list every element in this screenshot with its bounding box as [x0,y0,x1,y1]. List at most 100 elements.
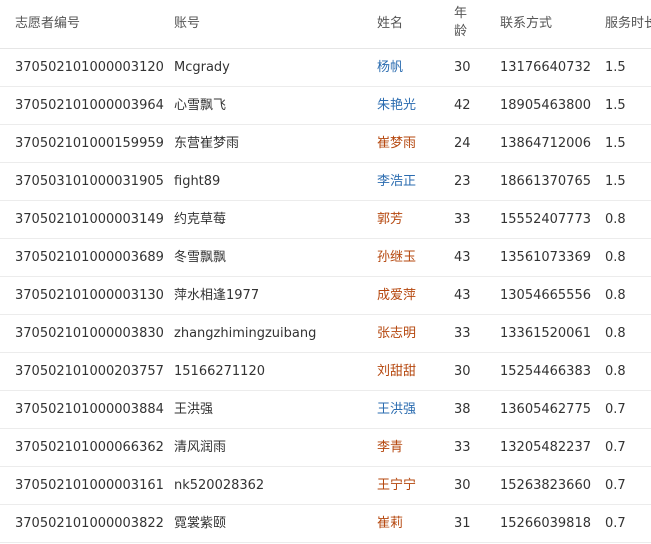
cell-account: 王洪强 [174,402,214,417]
header-age-line1: 年 [454,6,468,21]
cell-account: 约克草莓 [174,212,227,227]
header-service-hours[interactable]: 服务时长 [605,12,651,31]
cell-contact: 18905463800 [500,98,591,113]
cell-name-link[interactable]: 成爱萍 [377,288,416,304]
cell-service-hours: 0.8 [605,212,626,227]
cell-contact: 15263823660 [500,478,591,493]
cell-account: 清风润雨 [174,440,227,455]
cell-account: 萍水相逢1977 [174,288,260,303]
cell-service-hours: 0.8 [605,288,626,303]
cell-name-link[interactable]: 孙继玉 [377,250,416,266]
table-row[interactable]: 370502101000003830 zhangzhimingzuibang 张… [0,315,651,353]
table-row[interactable]: 370502101000066362 清风润雨 李青 33 1320548223… [0,429,651,467]
cell-contact: 18661370765 [500,174,591,189]
cell-volunteer-id: 370502101000003120 [15,60,164,75]
cell-age: 33 [454,212,471,227]
cell-contact: 15552407773 [500,212,591,227]
cell-volunteer-id: 370502101000003161 [15,478,164,493]
cell-service-hours: 0.8 [605,364,626,379]
cell-service-hours: 1.5 [605,98,626,113]
table-row[interactable]: 370502101000003884 王洪强 王洪强 38 1360546277… [0,391,651,429]
cell-volunteer-id: 370502101000003884 [15,402,164,417]
cell-age: 43 [454,250,471,265]
cell-name-link[interactable]: 张志明 [377,326,416,342]
cell-name-link[interactable]: 郭芳 [377,212,403,228]
table-row[interactable]: 370502101000203757 15166271120 刘甜甜 30 15… [0,353,651,391]
header-age-line2: 龄 [454,24,468,39]
cell-age: 33 [454,440,471,455]
cell-name-link[interactable]: 崔莉 [377,516,403,532]
cell-contact: 13361520061 [500,326,591,341]
cell-name-link[interactable]: 李青 [377,440,403,456]
header-name[interactable]: 姓名 [377,12,403,31]
table-row[interactable]: 370502101000003120 Mcgrady 杨帆 30 1317664… [0,49,651,87]
cell-contact: 13205482237 [500,440,591,455]
cell-volunteer-id: 370502101000003130 [15,288,164,303]
cell-account: 东营崔梦雨 [174,136,240,151]
cell-service-hours: 0.7 [605,516,626,531]
cell-contact: 13864712006 [500,136,591,151]
cell-name-link[interactable]: 杨帆 [377,60,403,76]
table-header: 志愿者编号 账号 姓名 年龄 联系方式 服务时长 [0,0,651,49]
cell-volunteer-id: 370502101000003964 [15,98,164,113]
cell-account: fight89 [174,174,221,189]
cell-name-link[interactable]: 朱艳光 [377,98,416,114]
cell-volunteer-id: 370502101000003689 [15,250,164,265]
cell-volunteer-id: 370502101000066362 [15,440,164,455]
cell-contact: 15254466383 [500,364,591,379]
cell-account: Mcgrady [174,60,230,75]
cell-age: 31 [454,516,471,531]
cell-age: 30 [454,60,471,75]
cell-name-link[interactable]: 李浩正 [377,174,416,190]
cell-age: 38 [454,402,471,417]
cell-name-link[interactable]: 王洪强 [377,402,416,418]
cell-service-hours: 1.5 [605,60,626,75]
header-contact[interactable]: 联系方式 [500,12,552,31]
cell-name-link[interactable]: 王宁宁 [377,478,416,494]
cell-account: 心雪飘飞 [174,98,227,113]
cell-volunteer-id: 370502101000003149 [15,212,164,227]
cell-name-link[interactable]: 崔梦雨 [377,136,416,152]
cell-volunteer-id: 370502101000003822 [15,516,164,531]
cell-age: 30 [454,478,471,493]
cell-service-hours: 0.7 [605,402,626,417]
cell-account: nk520028362 [174,478,265,493]
cell-account: 15166271120 [174,364,265,379]
header-account[interactable]: 账号 [174,12,200,31]
cell-age: 24 [454,136,471,151]
cell-account: zhangzhimingzuibang [174,326,317,341]
cell-age: 42 [454,98,471,113]
cell-age: 33 [454,326,471,341]
table-row[interactable]: 370502101000003161 nk520028362 王宁宁 30 15… [0,467,651,505]
cell-volunteer-id: 370502101000003830 [15,326,164,341]
table-row[interactable]: 370502101000003130 萍水相逢1977 成爱萍 43 13054… [0,277,651,315]
header-volunteer-id[interactable]: 志愿者编号 [15,12,80,31]
cell-account: 霓裳紫颐 [174,516,227,531]
cell-service-hours: 1.5 [605,136,626,151]
cell-volunteer-id: 370503101000031905 [15,174,164,189]
table-row[interactable]: 370502101000003149 约克草莓 郭芳 33 1555240777… [0,201,651,239]
volunteer-table: 志愿者编号 账号 姓名 年龄 联系方式 服务时长 370502101000003… [0,0,651,543]
header-age[interactable]: 年龄 [454,5,467,41]
cell-contact: 13176640732 [500,60,591,75]
cell-age: 30 [454,364,471,379]
table-row[interactable]: 370503101000031905 fight89 李浩正 23 186613… [0,163,651,201]
cell-contact: 13605462775 [500,402,591,417]
cell-contact: 13054665556 [500,288,591,303]
cell-age: 43 [454,288,471,303]
table-row[interactable]: 370502101000159959 东营崔梦雨 崔梦雨 24 13864712… [0,125,651,163]
cell-service-hours: 0.7 [605,440,626,455]
cell-age: 23 [454,174,471,189]
cell-name-link[interactable]: 刘甜甜 [377,364,416,380]
cell-service-hours: 0.8 [605,250,626,265]
cell-volunteer-id: 370502101000159959 [15,136,164,151]
cell-service-hours: 1.5 [605,174,626,189]
cell-account: 冬雪飘飘 [174,250,227,265]
cell-contact: 15266039818 [500,516,591,531]
table-row[interactable]: 370502101000003964 心雪飘飞 朱艳光 42 189054638… [0,87,651,125]
table-row[interactable]: 370502101000003822 霓裳紫颐 崔莉 31 1526603981… [0,505,651,543]
cell-volunteer-id: 370502101000203757 [15,364,164,379]
table-row[interactable]: 370502101000003689 冬雪飘飘 孙继玉 43 135610733… [0,239,651,277]
table-body: 370502101000003120 Mcgrady 杨帆 30 1317664… [0,49,651,543]
cell-service-hours: 0.8 [605,326,626,341]
